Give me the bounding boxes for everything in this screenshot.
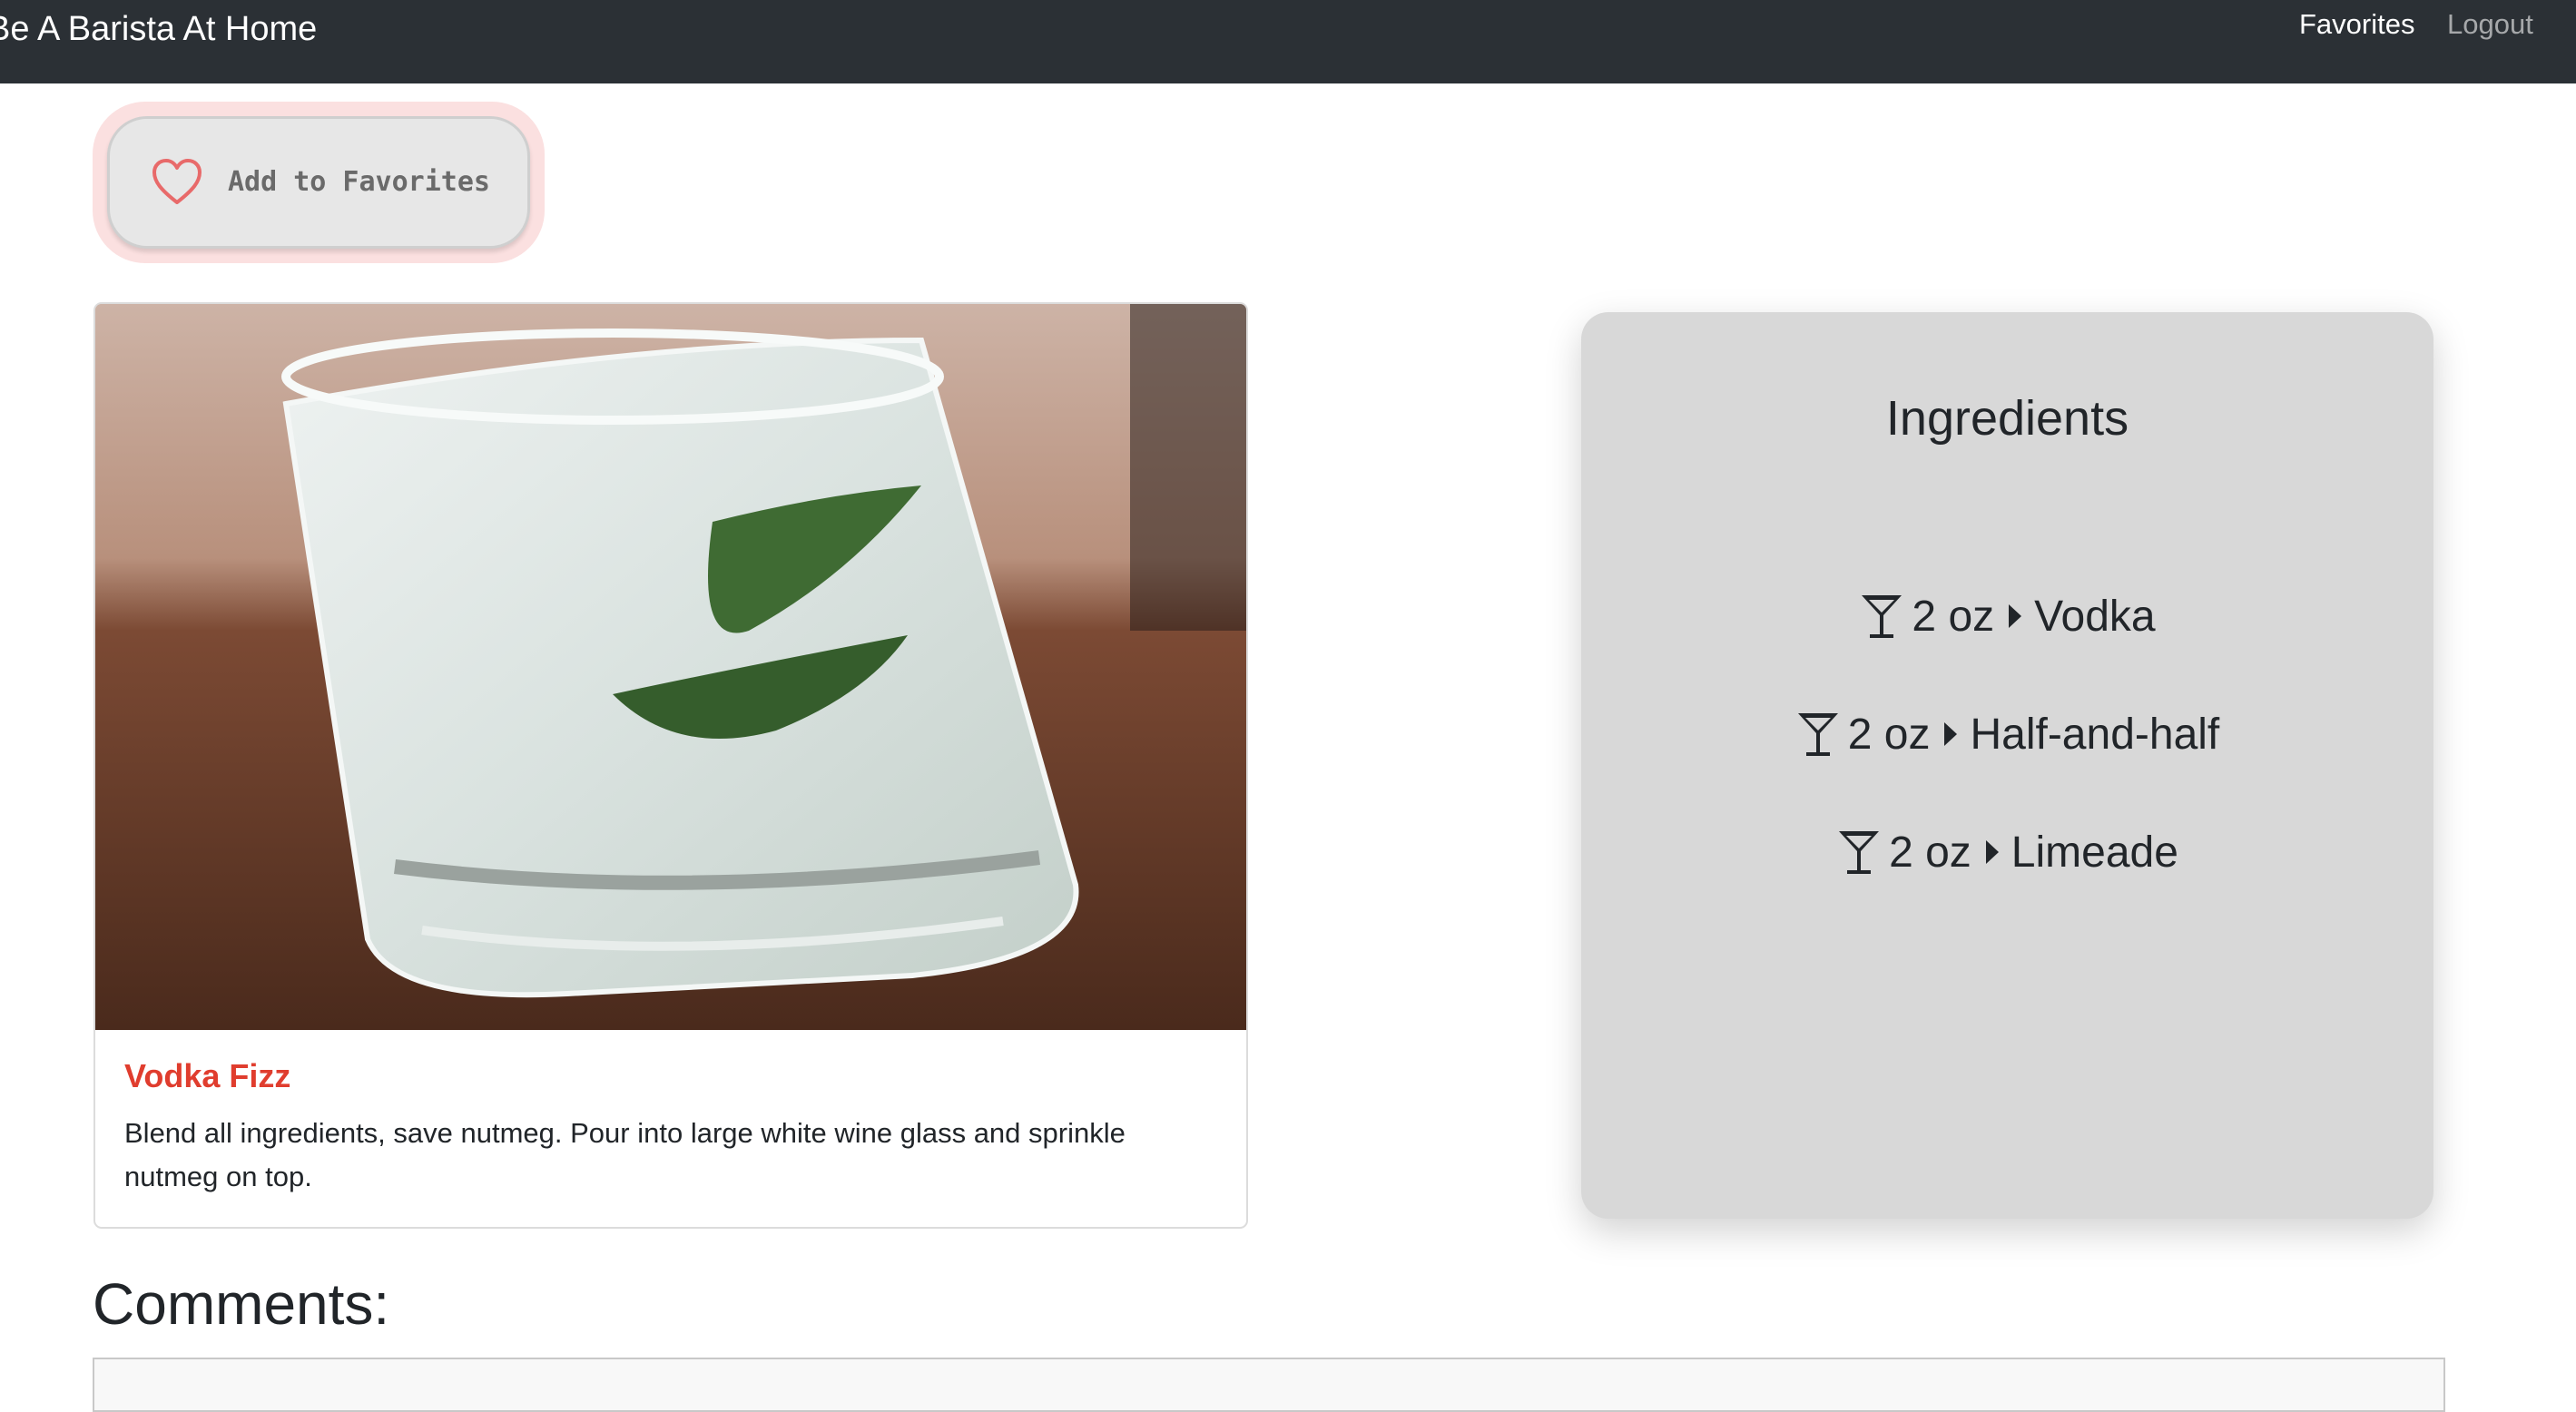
comments-box[interactable] — [93, 1358, 2445, 1412]
nav-link-logout[interactable]: Logout — [2447, 0, 2533, 49]
ingredient-amount: 2 oz — [1847, 710, 1931, 759]
caret-right-icon — [1985, 840, 1999, 864]
caret-right-icon — [2009, 604, 2022, 628]
ingredient-name: Half-and-half — [1970, 710, 2220, 759]
cocktail-glass-icon — [1839, 831, 1880, 874]
ingredients-title: Ingredients — [1885, 391, 2129, 446]
add-to-favorites-label: Add to Favorites — [228, 166, 490, 198]
ingredients-list: 2 oz Vodka 2 oz Half-and-half 2 oz Limea… — [1581, 557, 2433, 911]
recipe-card: Vodka Fizz Blend all ingredients, save n… — [93, 302, 1248, 1229]
heart-outline-icon — [152, 159, 202, 204]
recipe-title: Vodka Fizz — [124, 1057, 291, 1094]
ingredients-panel: Ingredients 2 oz Vodka 2 oz Half-and-hal… — [1581, 312, 2433, 1219]
cocktail-glass-icon — [1797, 713, 1838, 756]
cocktail-glass-icon — [1862, 595, 1903, 638]
ingredient-item: 2 oz Limeade — [1581, 793, 2433, 911]
ingredient-name: Limeade — [2011, 828, 2178, 877]
nav-link-favorites[interactable]: Favorites — [2299, 0, 2414, 49]
ingredient-amount: 2 oz — [1889, 828, 1971, 877]
comments-heading: Comments: — [93, 1271, 390, 1337]
navbar-brand[interactable]: Be A Barista At Home — [0, 0, 317, 58]
caret-right-icon — [1944, 722, 1958, 746]
ingredient-item: 2 oz Half-and-half — [1581, 675, 2433, 793]
ingredient-amount: 2 oz — [1912, 592, 1995, 641]
recipe-image — [95, 304, 1246, 1030]
top-navbar: Be A Barista At Home Favorites Logout — [0, 0, 2576, 83]
ingredient-name: Vodka — [2034, 592, 2156, 641]
recipe-instructions: Blend all ingredients, save nutmeg. Pour… — [124, 1117, 1126, 1192]
add-to-favorites-button[interactable]: Add to Favorites — [107, 116, 530, 249]
ingredient-item: 2 oz Vodka — [1581, 557, 2433, 675]
